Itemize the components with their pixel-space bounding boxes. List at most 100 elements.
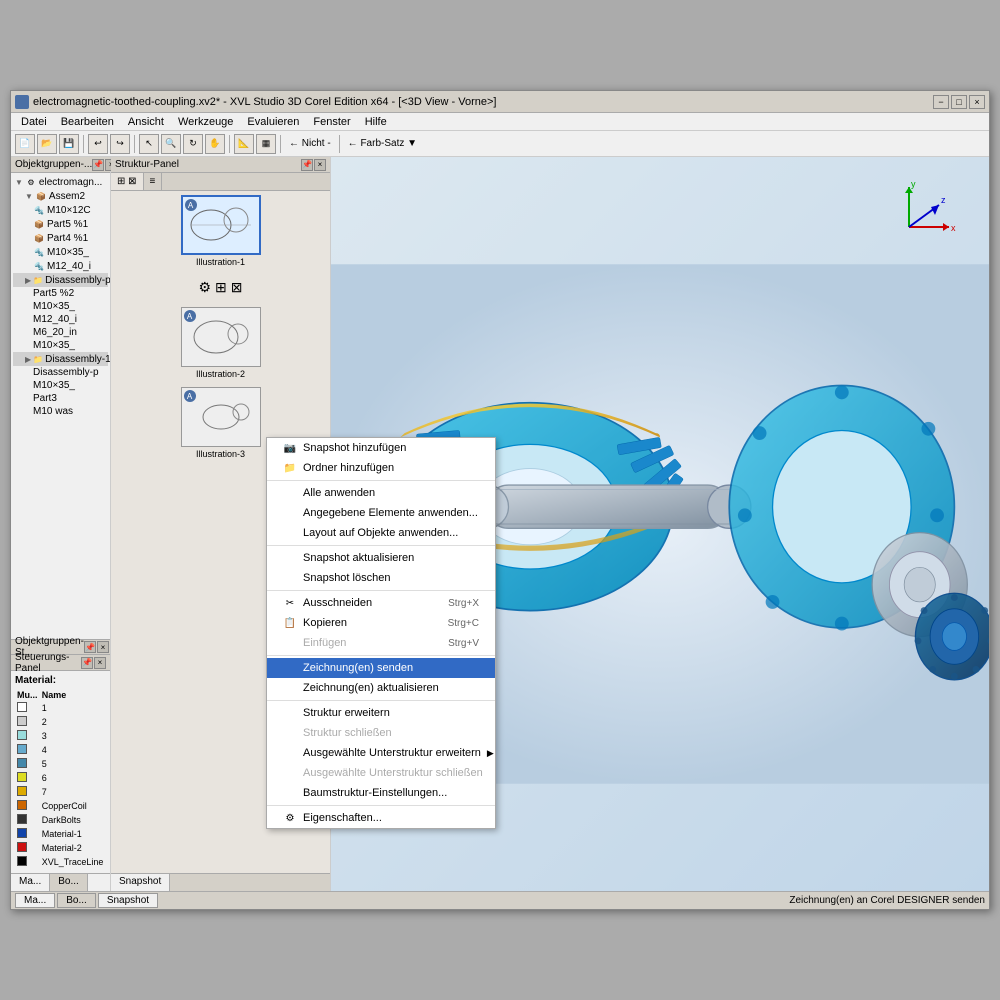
- tool-measure[interactable]: 📐: [234, 134, 254, 154]
- material-row-mat1[interactable]: Material-1: [15, 827, 106, 841]
- ctx-angegebene[interactable]: Angegebene Elemente anwenden...: [267, 503, 495, 523]
- material-row-4[interactable]: 4: [15, 743, 106, 757]
- ctx-eigenschaften[interactable]: ⚙ Eigenschaften...: [267, 808, 495, 828]
- tree-m12-40[interactable]: 🔩 M12_40_i: [13, 259, 108, 273]
- tree-root-toggle[interactable]: ▼: [15, 178, 23, 187]
- tree-m10x35-4[interactable]: Disassembly-p: [13, 366, 108, 379]
- ctx-ausschneiden[interactable]: ✂ Ausschneiden Strg+X: [267, 593, 495, 613]
- tree-m6-20[interactable]: M6_20_in: [13, 326, 108, 339]
- tree-disassembly-1[interactable]: ▶ 📁 Disassembly-1: [13, 352, 108, 366]
- ctx-zeichnung-senden[interactable]: Zeichnung(en) senden: [267, 658, 495, 678]
- tool-section[interactable]: ▦: [256, 134, 276, 154]
- tool-redo[interactable]: ↪: [110, 134, 130, 154]
- struct-tab-icons[interactable]: ⊞ ⊠: [111, 173, 144, 190]
- tree-m10-was-2-label: M10 was: [33, 406, 73, 417]
- tree-assem2-toggle[interactable]: ▼: [25, 192, 33, 201]
- status-tab-snapshot[interactable]: Snapshot: [98, 893, 158, 908]
- material-row-mat2[interactable]: Material-2: [15, 841, 106, 855]
- snapshot-item-2[interactable]: A Illustration-2: [115, 307, 326, 379]
- ctx-unterstruktur-erweitern[interactable]: Ausgewählte Unterstruktur erweitern ▶: [267, 743, 495, 763]
- objekt-sub-close[interactable]: ×: [97, 641, 109, 653]
- tree-root[interactable]: ▼ ⚙ electromagn...: [13, 175, 108, 189]
- tree-m10x12c[interactable]: 🔩 M10×12C: [13, 203, 108, 217]
- struct-bottom-tab: Snapshot: [111, 873, 330, 891]
- ctx-ordner-hinzufuegen[interactable]: 📁 Ordner hinzufügen: [267, 458, 495, 478]
- tool-select[interactable]: ↖: [139, 134, 159, 154]
- tool-rotate[interactable]: ↻: [183, 134, 203, 154]
- objekt-pin-btn[interactable]: 📌: [92, 159, 104, 171]
- snap-thumb-3: A: [181, 387, 261, 447]
- swatch-mat1: [17, 828, 27, 838]
- ctx-baumstruktur[interactable]: Baumstruktur-Einstellungen...: [267, 783, 495, 803]
- ctx-struktur-erweitern[interactable]: Struktur erweitern: [267, 703, 495, 723]
- tree-m10-was-1[interactable]: M10×35_: [13, 379, 108, 392]
- tool-open[interactable]: 📂: [37, 134, 57, 154]
- close-button[interactable]: ×: [969, 95, 985, 109]
- material-row-3[interactable]: 3: [15, 729, 106, 743]
- tree-part4-icon: 📦: [33, 232, 45, 244]
- tool-save[interactable]: 💾: [59, 134, 79, 154]
- material-row-6[interactable]: 6: [15, 771, 106, 785]
- ctx-kopieren[interactable]: 📋 Kopieren Strg+C: [267, 613, 495, 633]
- menu-ansicht[interactable]: Ansicht: [122, 115, 170, 129]
- ctx-einfuegen: Einfügen Strg+V: [267, 633, 495, 653]
- struct-close[interactable]: ×: [314, 159, 326, 171]
- ctx-send-label: Zeichnung(en) senden: [303, 662, 413, 674]
- objekt-sub-pin[interactable]: 📌: [84, 641, 96, 653]
- tree-part5-1[interactable]: 📦 Part5 %1: [13, 217, 108, 231]
- tool-zoom[interactable]: 🔍: [161, 134, 181, 154]
- tree-m12-40-2[interactable]: M12_40_i: [13, 313, 108, 326]
- tree-m10-was-2[interactable]: M10 was: [13, 405, 108, 418]
- tab-bo[interactable]: Bo...: [50, 874, 88, 891]
- tool-new[interactable]: 📄: [15, 134, 35, 154]
- steuer-pin[interactable]: 📌: [81, 657, 93, 669]
- menu-werkzeuge[interactable]: Werkzeuge: [172, 115, 239, 129]
- struct-tab-list[interactable]: ≡: [144, 173, 163, 190]
- status-tab-bo[interactable]: Bo...: [57, 893, 96, 908]
- material-row-7[interactable]: 7: [15, 785, 106, 799]
- menu-bearbeiten[interactable]: Bearbeiten: [55, 115, 120, 129]
- tree-part4[interactable]: 📦 Part4 %1: [13, 231, 108, 245]
- maximize-button[interactable]: □: [951, 95, 967, 109]
- ctx-snapshot-loeschen[interactable]: Snapshot löschen: [267, 568, 495, 588]
- status-tab-ma[interactable]: Ma...: [15, 893, 55, 908]
- menu-fenster[interactable]: Fenster: [307, 115, 356, 129]
- tree-assem2-label: Assem2: [49, 191, 85, 202]
- ctx-layout[interactable]: Layout auf Objekte anwenden...: [267, 523, 495, 543]
- tree-part5-2[interactable]: Part5 %2: [13, 287, 108, 300]
- material-row-5[interactable]: 5: [15, 757, 106, 771]
- ctx-snapshot-hinzufuegen[interactable]: 📷 Snapshot hinzufügen: [267, 438, 495, 458]
- tree-part3[interactable]: Part3: [13, 392, 108, 405]
- farb-label[interactable]: ← Farb-Satz ▼: [344, 138, 421, 149]
- tree-assem2[interactable]: ▼ 📦 Assem2: [13, 189, 108, 203]
- tree-disassembly-p[interactable]: ▶ 📁 Disassembly-p: [13, 273, 108, 287]
- ctx-cut-shortcut: Strg+X: [448, 598, 479, 609]
- menu-hilfe[interactable]: Hilfe: [359, 115, 393, 129]
- material-row-1[interactable]: 1: [15, 701, 106, 715]
- tool-pan[interactable]: ✋: [205, 134, 225, 154]
- material-name-1: 1: [40, 701, 106, 715]
- tab-snapshot[interactable]: Snapshot: [111, 874, 170, 891]
- menu-datei[interactable]: Datei: [15, 115, 53, 129]
- material-row-copper[interactable]: CopperCoil: [15, 799, 106, 813]
- tree-disassembly-p-toggle[interactable]: ▶: [25, 276, 31, 285]
- ctx-tree-settings-icon: [283, 786, 297, 800]
- ctx-snapshot-aktualisieren[interactable]: Snapshot aktualisieren: [267, 548, 495, 568]
- minimize-button[interactable]: −: [933, 95, 949, 109]
- steuer-close[interactable]: ×: [94, 657, 106, 669]
- tree-m10x35-2[interactable]: M10×35_: [13, 300, 108, 313]
- tool-undo[interactable]: ↩: [88, 134, 108, 154]
- tab-ma[interactable]: Ma...: [11, 874, 50, 891]
- tree-m10x35-3[interactable]: M10×35_: [13, 339, 108, 352]
- struct-pin[interactable]: 📌: [301, 159, 313, 171]
- material-row-2[interactable]: 2: [15, 715, 106, 729]
- material-row-dark[interactable]: DarkBolts: [15, 813, 106, 827]
- material-row-xvl[interactable]: XVL_TraceLine: [15, 855, 106, 869]
- ctx-alle-anwenden[interactable]: Alle anwenden: [267, 483, 495, 503]
- ctx-zeichnung-aktualisieren[interactable]: Zeichnung(en) aktualisieren: [267, 678, 495, 698]
- tree-disassembly-p-label: Disassembly-p: [45, 275, 110, 286]
- tree-m10x35-1[interactable]: 🔩 M10×35_: [13, 245, 108, 259]
- menu-evaluieren[interactable]: Evaluieren: [241, 115, 305, 129]
- snap-label-2: Illustration-2: [196, 369, 245, 379]
- snapshot-item-1[interactable]: A Illustration-1: [115, 195, 326, 267]
